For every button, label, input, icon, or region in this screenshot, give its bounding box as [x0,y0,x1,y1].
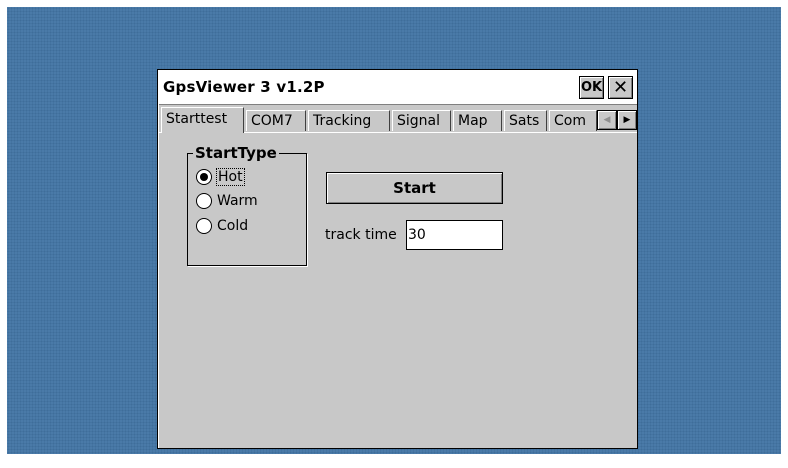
radio-cold[interactable]: Cold [196,215,248,237]
radio-warm-button[interactable] [196,193,212,209]
tab-com[interactable]: Com [549,110,597,131]
chevron-right-icon: ▶ [623,115,631,125]
radio-warm-label: Warm [217,193,258,209]
tab-signal[interactable]: Signal [392,110,451,131]
app-window: GpsViewer 3 v1.2P OK ✕ Starttest COM7 Tr… [157,69,638,449]
starttype-legend: StartType [193,144,279,162]
tab-tracking[interactable]: Tracking [308,110,390,131]
close-button[interactable]: ✕ [608,76,633,99]
window-client: GpsViewer 3 v1.2P OK ✕ Starttest COM7 Tr… [158,70,637,448]
tab-scroll-right-button[interactable]: ▶ [617,110,637,130]
radio-hot-button[interactable] [196,169,212,185]
radio-selected-dot [200,173,208,181]
radio-hot[interactable]: Hot [196,166,245,188]
radio-warm[interactable]: Warm [196,190,258,212]
tab-sats[interactable]: Sats [504,110,547,131]
tab-scroll-left-button[interactable]: ◀ [597,110,617,130]
window-title: GpsViewer 3 v1.2P [163,78,325,96]
tab-strip: Starttest COM7 Tracking Signal Map Sats … [159,105,637,133]
tab-starttest[interactable]: Starttest [161,107,244,133]
tab-map[interactable]: Map [453,110,502,131]
title-bar: GpsViewer 3 v1.2P OK ✕ [159,71,637,105]
starttest-panel: StartType Hot Warm Cold Start track time [159,133,637,448]
radio-hot-label: Hot [216,168,245,186]
track-time-label: track time [325,227,397,243]
radio-cold-label: Cold [217,218,249,234]
chevron-left-icon: ◀ [603,115,611,125]
radio-cold-button[interactable] [196,218,212,234]
starttype-groupbox: StartType Hot Warm Cold [187,144,307,266]
close-icon: ✕ [612,77,629,98]
track-time-input[interactable] [406,220,503,250]
ok-button[interactable]: OK [579,76,604,99]
tab-com7[interactable]: COM7 [246,110,306,131]
tab-scroll-arrows: ◀ ▶ [597,110,637,130]
start-button[interactable]: Start [326,172,503,204]
